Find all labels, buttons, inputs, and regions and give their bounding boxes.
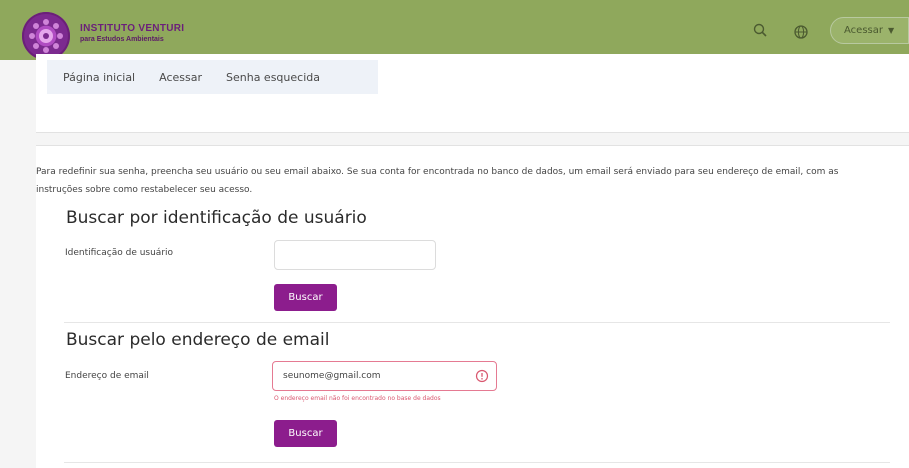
email-input[interactable] xyxy=(272,361,497,391)
tab-home[interactable]: Página inicial xyxy=(47,71,147,84)
section-divider xyxy=(64,322,890,323)
logo-text[interactable]: INSTITUTO VENTURI para Estudos Ambientai… xyxy=(80,23,185,44)
login-button[interactable]: Acessar ▼ xyxy=(830,17,909,44)
tab-login[interactable]: Acessar xyxy=(147,71,214,84)
email-label: Endereço de email xyxy=(65,371,149,381)
logo-icon[interactable] xyxy=(22,12,70,60)
username-input[interactable] xyxy=(274,240,436,270)
search-email-button[interactable]: Buscar xyxy=(274,420,337,447)
logo-title: INSTITUTO VENTURI xyxy=(80,23,185,34)
breadcrumb: Página inicial Acessar Senha esquecida xyxy=(47,60,378,94)
caret-down-icon: ▼ xyxy=(887,26,895,35)
intro-text: Para redefinir sua senha, preencha seu u… xyxy=(36,167,839,195)
globe-icon[interactable] xyxy=(793,24,809,40)
email-section-heading: Buscar pelo endereço de email xyxy=(66,330,330,350)
search-username-button[interactable]: Buscar xyxy=(274,284,337,311)
email-error-message: O endereço email não foi encontrado no b… xyxy=(274,395,441,402)
navbar: INSTITUTO VENTURI para Estudos Ambientai… xyxy=(0,0,909,60)
search-icon[interactable] xyxy=(752,22,768,38)
section-divider-bottom xyxy=(64,462,890,463)
tab-forgot-password[interactable]: Senha esquecida xyxy=(214,71,332,84)
login-label: Acessar xyxy=(844,25,883,36)
username-label: Identificação de usuário xyxy=(65,248,174,258)
logo-subtitle: para Estudos Ambientais xyxy=(80,36,164,43)
username-section-heading: Buscar por identificação de usuário xyxy=(66,208,367,228)
error-icon xyxy=(475,369,489,383)
